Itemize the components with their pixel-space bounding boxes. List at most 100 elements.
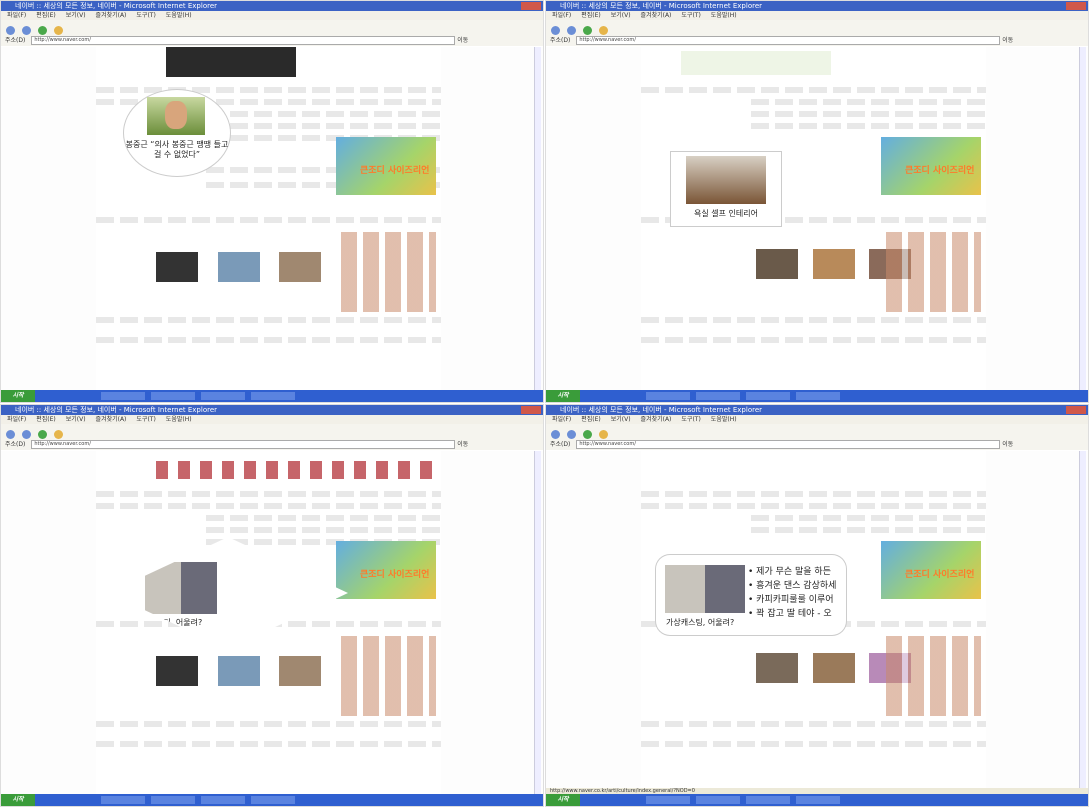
forward-icon[interactable] (22, 430, 31, 439)
news-thumbnail[interactable] (218, 252, 260, 282)
news-thumbnail[interactable] (279, 656, 321, 686)
close-button[interactable] (1066, 2, 1086, 10)
bullet-item[interactable]: • 흥겨운 댄스 감상하세 (748, 579, 844, 593)
menu-file[interactable]: 파일(F) (552, 12, 571, 19)
news-thumbnail[interactable] (279, 252, 321, 282)
menu-edit[interactable]: 편집(E) (36, 12, 56, 19)
menu-view[interactable]: 보기(V) (66, 12, 86, 19)
start-button[interactable]: 시작 (1, 390, 35, 402)
menu-view[interactable]: 보기(V) (66, 416, 86, 423)
forward-icon[interactable] (567, 26, 576, 35)
bullet-item[interactable]: • 제가 무슨 말을 하든 (748, 565, 844, 579)
taskbar-item[interactable] (796, 392, 840, 400)
close-button[interactable] (521, 406, 541, 414)
menu-help[interactable]: 도움말(H) (711, 12, 737, 19)
news-thumbnail[interactable] (756, 653, 798, 683)
menu-tools[interactable]: 도구(T) (681, 416, 700, 423)
top-banner[interactable] (681, 51, 831, 75)
taskbar-item[interactable] (646, 796, 690, 804)
menu-tools[interactable]: 도구(T) (136, 12, 155, 19)
news-thumbnail[interactable] (813, 249, 855, 279)
address-input[interactable]: http://www.naver.com/ (31, 440, 456, 449)
menu-favorites[interactable]: 즐겨찾기(A) (96, 416, 127, 423)
shopping-grid[interactable] (886, 636, 981, 716)
go-button[interactable]: 이동 (1002, 37, 1013, 44)
close-button[interactable] (521, 2, 541, 10)
game-ad[interactable]: 큰조디 사이즈리언 (336, 137, 436, 195)
taskbar-item[interactable] (746, 392, 790, 400)
taskbar-item[interactable] (201, 796, 245, 804)
forward-icon[interactable] (22, 26, 31, 35)
taskbar-item[interactable] (101, 796, 145, 804)
refresh-icon[interactable] (583, 26, 592, 35)
scrollbar[interactable] (534, 47, 541, 390)
refresh-icon[interactable] (38, 26, 47, 35)
forward-icon[interactable] (567, 430, 576, 439)
address-input[interactable]: http://www.naver.com/ (576, 36, 1001, 45)
close-button[interactable] (1066, 406, 1086, 414)
refresh-icon[interactable] (583, 430, 592, 439)
interior-popup-rect[interactable]: 욕실 셀프 인테리어 (671, 152, 781, 226)
scrollbar[interactable] (1079, 451, 1086, 794)
menu-edit[interactable]: 편집(E) (581, 416, 601, 423)
start-button[interactable]: 시작 (546, 794, 580, 806)
back-icon[interactable] (551, 26, 560, 35)
favorites-icon[interactable] (54, 430, 63, 439)
go-button[interactable]: 이동 (457, 37, 468, 44)
taskbar-item[interactable] (201, 392, 245, 400)
top-banner[interactable] (166, 47, 296, 77)
taskbar-item[interactable] (101, 392, 145, 400)
menu-favorites[interactable]: 즐겨찾기(A) (641, 12, 672, 19)
favorites-icon[interactable] (54, 26, 63, 35)
shopping-grid[interactable] (341, 232, 436, 312)
go-button[interactable]: 이동 (1002, 441, 1013, 448)
scrollbar[interactable] (534, 451, 541, 794)
bullet-item[interactable]: • 꽉 잡고 딸 테야 - 오 (748, 607, 844, 621)
go-button[interactable]: 이동 (457, 441, 468, 448)
refresh-icon[interactable] (38, 430, 47, 439)
news-thumbnail[interactable] (156, 656, 198, 686)
news-thumbnail[interactable] (756, 249, 798, 279)
menu-tools[interactable]: 도구(T) (136, 416, 155, 423)
shopping-grid[interactable] (886, 232, 981, 312)
game-ad[interactable]: 큰조디 사이즈리언 (881, 137, 981, 195)
menu-tools[interactable]: 도구(T) (681, 12, 700, 19)
taskbar-item[interactable] (151, 796, 195, 804)
taskbar-item[interactable] (251, 796, 295, 804)
taskbar-item[interactable] (696, 796, 740, 804)
back-icon[interactable] (551, 430, 560, 439)
favorites-icon[interactable] (599, 430, 608, 439)
menu-file[interactable]: 파일(F) (7, 12, 26, 19)
address-input[interactable]: http://www.naver.com/ (31, 36, 456, 45)
menu-edit[interactable]: 편집(E) (581, 12, 601, 19)
news-thumbnail[interactable] (218, 656, 260, 686)
menu-help[interactable]: 도움말(H) (166, 12, 192, 19)
menu-file[interactable]: 파일(F) (7, 416, 26, 423)
taskbar-item[interactable] (696, 392, 740, 400)
game-ad[interactable]: 큰조디 사이즈리언 (881, 541, 981, 599)
scrollbar[interactable] (1079, 47, 1086, 390)
start-button[interactable]: 시작 (546, 390, 580, 402)
taskbar-item[interactable] (251, 392, 295, 400)
bullet-item[interactable]: • 카피카피룰룰 이루어 (748, 593, 844, 607)
menu-favorites[interactable]: 즐겨찾기(A) (96, 12, 127, 19)
start-button[interactable]: 시작 (1, 794, 35, 806)
menu-view[interactable]: 보기(V) (611, 12, 631, 19)
game-ad[interactable]: 큰조디 사이즈리언 (336, 541, 436, 599)
menu-view[interactable]: 보기(V) (611, 416, 631, 423)
favorites-icon[interactable] (599, 26, 608, 35)
menu-file[interactable]: 파일(F) (552, 416, 571, 423)
address-input[interactable]: http://www.naver.com/ (576, 440, 1001, 449)
taskbar-item[interactable] (646, 392, 690, 400)
casting-popup-rounded[interactable]: 가상캐스팅, 어울려? • 제가 무슨 말을 하든 • 흥겨운 댄스 감상하세 … (656, 555, 846, 635)
menu-help[interactable]: 도움말(H) (711, 416, 737, 423)
taskbar-item[interactable] (746, 796, 790, 804)
news-thumbnail[interactable] (156, 252, 198, 282)
news-popup-ellipse[interactable]: 봉중근 “의사 봉중근 땡땡 들고 걸 수 없었다” (124, 90, 230, 176)
menu-favorites[interactable]: 즐겨찾기(A) (641, 416, 672, 423)
back-icon[interactable] (6, 26, 15, 35)
taskbar-item[interactable] (151, 392, 195, 400)
news-thumbnail[interactable] (813, 653, 855, 683)
shopping-grid[interactable] (341, 636, 436, 716)
menu-edit[interactable]: 편집(E) (36, 416, 56, 423)
